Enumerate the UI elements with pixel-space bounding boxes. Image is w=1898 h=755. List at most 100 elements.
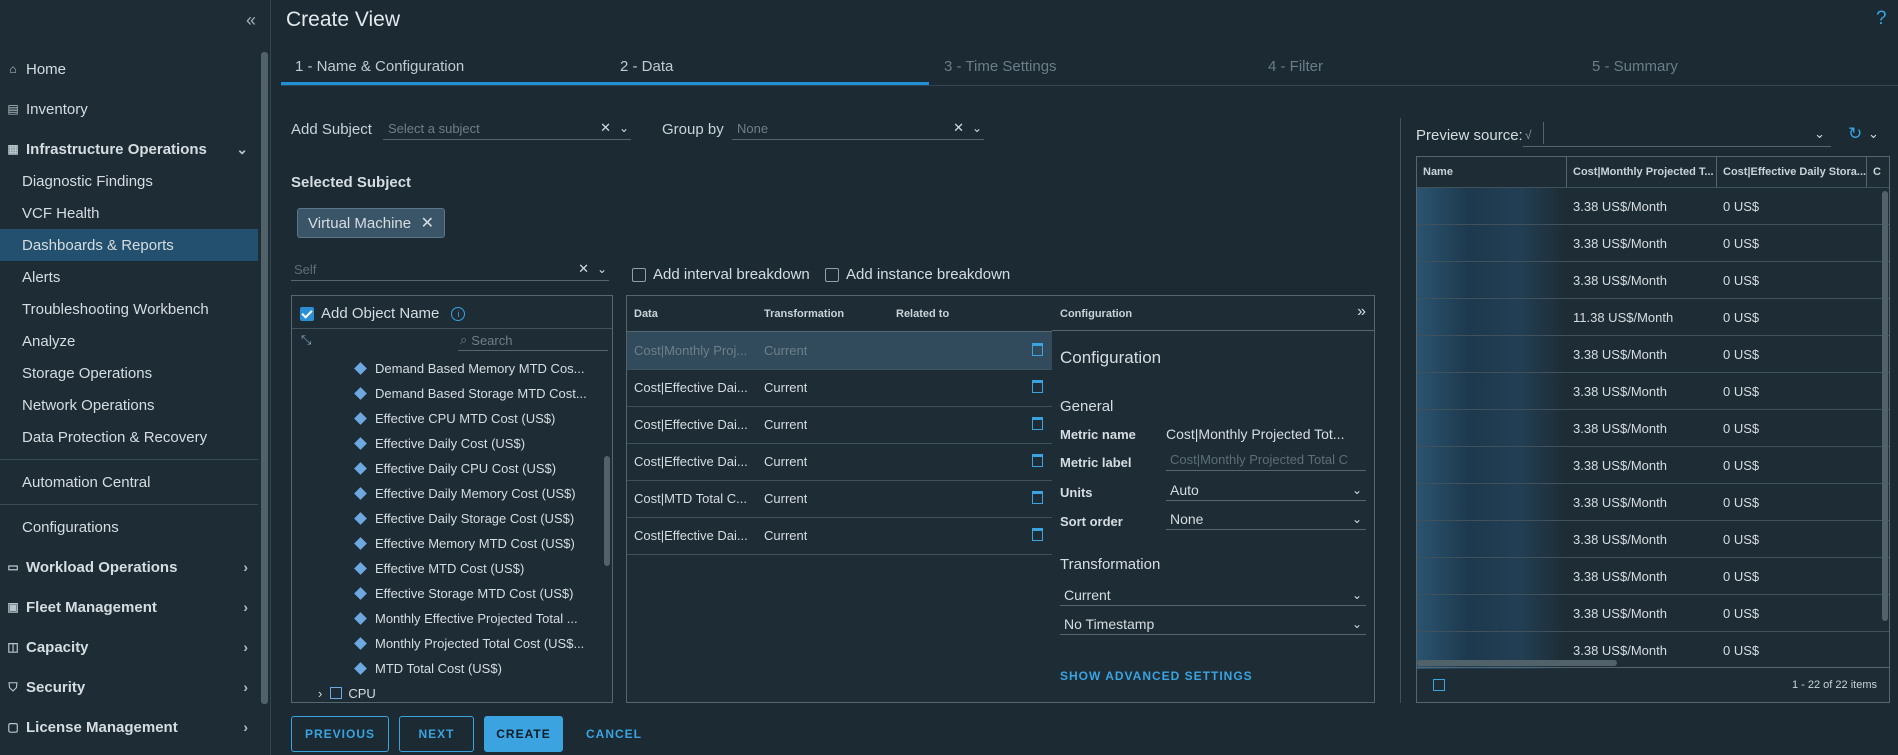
- panel-divider[interactable]: [1400, 118, 1401, 703]
- sidebar-item-storage-operations[interactable]: Storage Operations: [0, 358, 258, 388]
- tree-metric-item[interactable]: Effective CPU MTD Cost (US$): [354, 408, 555, 428]
- checkbox[interactable]: [825, 267, 839, 282]
- vertical-scrollbar[interactable]: [1882, 191, 1888, 621]
- remove-chip-icon[interactable]: ✕: [421, 213, 434, 233]
- refresh-icon[interactable]: ↻: [1848, 124, 1862, 144]
- preview-column-name[interactable]: Name: [1417, 157, 1567, 187]
- sidebar-item-troubleshooting-workbench[interactable]: Troubleshooting Workbench: [0, 294, 258, 324]
- chevron-down-icon[interactable]: ⌄: [619, 121, 629, 135]
- relationship-select[interactable]: Self ✕ ⌄: [291, 258, 609, 281]
- step-data[interactable]: 2 - Data: [620, 58, 673, 75]
- sidebar-item-home[interactable]: ⌂ Home: [0, 54, 258, 84]
- chevron-down-icon[interactable]: ⌄: [972, 121, 982, 135]
- group-by-select[interactable]: None ✕ ⌄: [732, 117, 984, 140]
- tree-metric-item[interactable]: Effective Daily CPU Cost (US$): [354, 458, 556, 478]
- add-object-name-checkbox[interactable]: Add Object Name i: [300, 305, 466, 322]
- delete-icon[interactable]: [1032, 454, 1043, 467]
- sidebar-item-configurations[interactable]: Configurations: [0, 512, 258, 542]
- preview-column-effective-daily-storage[interactable]: Cost|Effective Daily Stora...: [1717, 157, 1867, 187]
- horizontal-scrollbar[interactable]: [1417, 660, 1617, 666]
- tree-metric-item[interactable]: Effective Memory MTD Cost (US$): [354, 533, 575, 553]
- table-row[interactable]: 11.38 US$/Month 0 US$: [1417, 298, 1889, 336]
- previous-button[interactable]: PREVIOUS: [291, 716, 389, 752]
- preview-source-select[interactable]: √ ⌄: [1523, 122, 1831, 147]
- instance-breakdown-checkbox[interactable]: Add instance breakdown: [825, 266, 1010, 283]
- sidebar-item-license-management[interactable]: ▢ License Management ›: [0, 712, 258, 742]
- table-row[interactable]: Cost|Effective Dai... Current: [627, 443, 1053, 481]
- units-select[interactable]: Auto ⌄: [1166, 479, 1366, 501]
- table-row[interactable]: 3.38 US$/Month 0 US$: [1417, 261, 1889, 299]
- delete-icon[interactable]: [1032, 528, 1043, 541]
- tree-metric-item[interactable]: Effective MTD Cost (US$): [354, 558, 524, 578]
- table-row[interactable]: 3.38 US$/Month 0 US$: [1417, 187, 1889, 225]
- step-filter[interactable]: 4 - Filter: [1268, 58, 1323, 75]
- sidebar-item-alerts[interactable]: Alerts: [0, 262, 258, 292]
- delete-icon[interactable]: [1032, 417, 1043, 430]
- help-icon[interactable]: ?: [1876, 8, 1887, 30]
- collapse-panel-icon[interactable]: »: [1357, 303, 1366, 321]
- show-advanced-settings-link[interactable]: SHOW ADVANCED SETTINGS: [1060, 669, 1253, 683]
- table-row[interactable]: 3.38 US$/Month 0 US$: [1417, 372, 1889, 410]
- delete-icon[interactable]: [1032, 380, 1043, 393]
- tree-metric-item[interactable]: Effective Daily Memory Cost (US$): [354, 483, 576, 503]
- transformation-select[interactable]: Current ⌄: [1060, 584, 1366, 606]
- next-button[interactable]: NEXT: [399, 716, 474, 752]
- column-header-related[interactable]: Related to: [896, 296, 949, 331]
- column-header-data[interactable]: Data: [634, 296, 658, 331]
- table-row[interactable]: Cost|MTD Total C... Current: [627, 480, 1053, 518]
- sidebar-item-security[interactable]: ⛉ Security ›: [0, 672, 258, 702]
- sidebar-item-capacity[interactable]: ◫ Capacity ›: [0, 632, 258, 662]
- tree-metric-item[interactable]: MTD Total Cost (US$): [354, 658, 502, 678]
- sort-order-select[interactable]: None ⌄: [1166, 508, 1366, 530]
- sidebar-item-vcf-health[interactable]: VCF Health: [0, 198, 258, 228]
- preview-column-monthly-projected[interactable]: Cost|Monthly Projected T...: [1567, 157, 1717, 187]
- table-row[interactable]: Cost|Effective Dai... Current: [627, 406, 1053, 444]
- sidebar-item-workload-operations[interactable]: ▭ Workload Operations ›: [0, 552, 258, 582]
- sidebar-item-infrastructure-operations[interactable]: ▦ Infrastructure Operations ⌄: [0, 134, 258, 164]
- sidebar-item-diagnostic-findings[interactable]: Diagnostic Findings: [0, 166, 258, 196]
- sidebar-item-inventory[interactable]: ▤ Inventory: [0, 94, 258, 124]
- clear-icon[interactable]: ✕: [578, 261, 589, 277]
- create-button[interactable]: CREATE: [484, 716, 563, 752]
- table-row[interactable]: 3.38 US$/Month 0 US$: [1417, 483, 1889, 521]
- subject-chip[interactable]: Virtual Machine ✕: [297, 208, 445, 238]
- sidebar-item-network-operations[interactable]: Network Operations: [0, 390, 258, 420]
- sidebar-item-dashboards-reports[interactable]: Dashboards & Reports: [0, 229, 258, 261]
- tree-metric-item[interactable]: Monthly Projected Total Cost (US$...: [354, 633, 584, 653]
- tree-metric-item[interactable]: Effective Storage MTD Cost (US$): [354, 583, 573, 603]
- chevron-down-icon[interactable]: ⌄: [1868, 126, 1879, 142]
- table-row[interactable]: 3.38 US$/Month 0 US$: [1417, 446, 1889, 484]
- clear-icon[interactable]: ✕: [953, 120, 964, 136]
- step-time-settings[interactable]: 3 - Time Settings: [944, 58, 1057, 75]
- metric-label-input[interactable]: Cost|Monthly Projected Total C: [1166, 448, 1366, 471]
- sidebar-item-automation-central[interactable]: Automation Central: [0, 467, 258, 497]
- checkbox[interactable]: [632, 267, 646, 282]
- tree-search-input[interactable]: ⌕ Search: [458, 330, 608, 351]
- tree-folder-cpu[interactable]: › CPU: [318, 683, 376, 703]
- tree-metric-item[interactable]: Effective Daily Storage Cost (US$): [354, 508, 574, 528]
- table-row[interactable]: 3.38 US$/Month 0 US$: [1417, 594, 1889, 632]
- sidebar-item-analyze[interactable]: Analyze: [0, 326, 258, 356]
- info-icon[interactable]: i: [451, 306, 466, 321]
- table-row[interactable]: 3.38 US$/Month 0 US$: [1417, 224, 1889, 262]
- tree-metric-item[interactable]: Demand Based Storage MTD Cost...: [354, 383, 587, 403]
- add-subject-select[interactable]: Select a subject ✕ ⌄: [383, 117, 631, 140]
- table-row[interactable]: 3.38 US$/Month 0 US$: [1417, 557, 1889, 595]
- tree-metric-item[interactable]: Demand Based Memory MTD Cos...: [354, 358, 585, 378]
- timestamp-select[interactable]: No Timestamp ⌄: [1060, 613, 1366, 635]
- tree-metric-item[interactable]: Monthly Effective Projected Total ...: [354, 608, 578, 628]
- table-row[interactable]: Cost|Effective Dai... Current: [627, 517, 1053, 555]
- table-row[interactable]: 3.38 US$/Month 0 US$: [1417, 409, 1889, 447]
- cancel-button[interactable]: CANCEL: [573, 716, 655, 752]
- clear-icon[interactable]: ✕: [600, 120, 611, 136]
- sidebar-scrollbar[interactable]: [261, 52, 268, 704]
- column-toggle-icon[interactable]: [1433, 679, 1445, 691]
- delete-icon[interactable]: [1032, 343, 1043, 356]
- table-row[interactable]: Cost|Monthly Proj... Current: [627, 332, 1053, 370]
- step-name-configuration[interactable]: 1 - Name & Configuration: [295, 58, 464, 75]
- interval-breakdown-checkbox[interactable]: Add interval breakdown: [632, 266, 810, 283]
- collapse-all-icon[interactable]: ⤡: [301, 332, 311, 348]
- sidebar-item-fleet-management[interactable]: ▣ Fleet Management ›: [0, 592, 258, 622]
- chevron-down-icon[interactable]: ⌄: [597, 262, 607, 276]
- table-row[interactable]: Cost|Effective Dai... Current: [627, 369, 1053, 407]
